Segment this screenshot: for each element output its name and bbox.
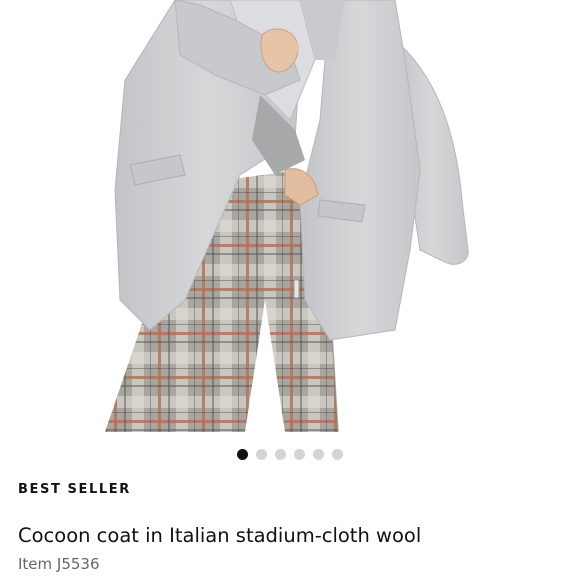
product-photo-illustration: [105, 0, 469, 432]
best-seller-badge: BEST SELLER: [18, 482, 131, 497]
carousel-dot-6[interactable]: [332, 449, 343, 460]
product-title: Cocoon coat in Italian stadium-cloth woo…: [18, 524, 422, 547]
product-image[interactable]: [0, 0, 580, 432]
carousel-dot-4[interactable]: [294, 449, 305, 460]
carousel-dot-3[interactable]: [275, 449, 286, 460]
carousel-dot-2[interactable]: [256, 449, 267, 460]
product-page: BEST SELLER Cocoon coat in Italian stadi…: [0, 0, 580, 580]
carousel-indicator: [0, 449, 580, 461]
carousel-dot-1[interactable]: [237, 449, 248, 460]
carousel-dot-5[interactable]: [313, 449, 324, 460]
item-number: Item J5536: [18, 555, 100, 573]
